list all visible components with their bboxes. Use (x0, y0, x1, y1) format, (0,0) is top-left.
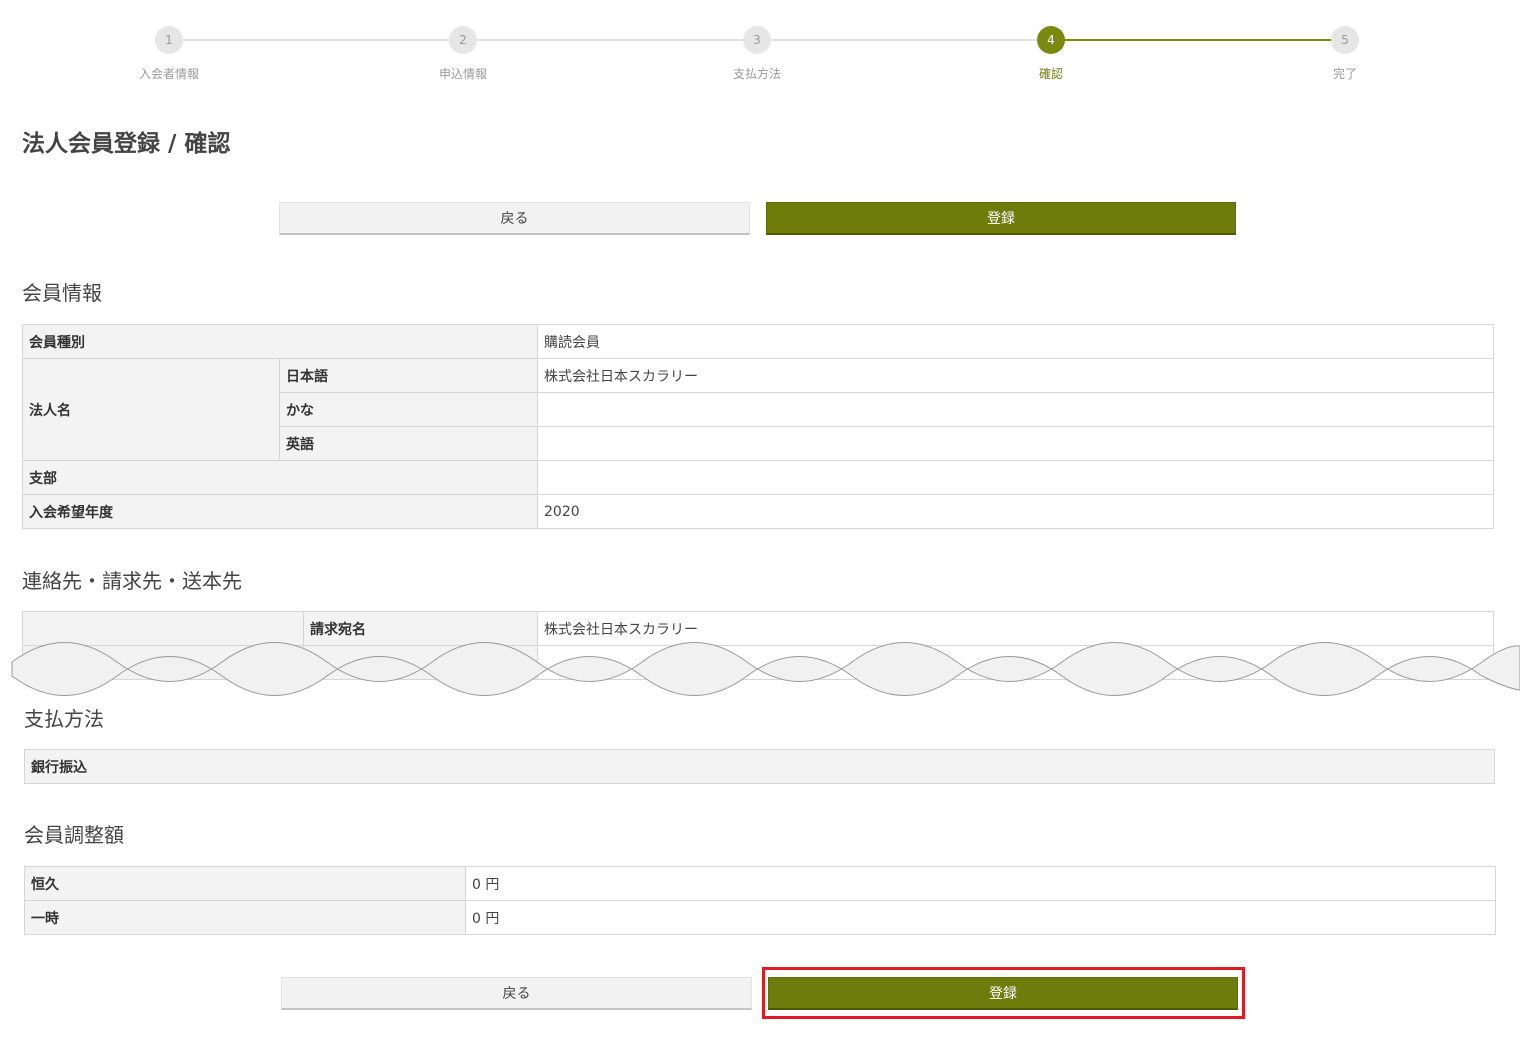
register-button-top[interactable]: 登録 (766, 202, 1236, 235)
table-row: 恒久 0 円 (24, 866, 1496, 901)
corp-name-ja-label: 日本語 (279, 358, 538, 393)
step-4: 4 確認 (991, 26, 1111, 82)
step-1-number: 1 (155, 26, 183, 54)
permanent-value: 0 円 (465, 866, 1496, 901)
step-2-number: 2 (449, 26, 477, 54)
table-row: 支部 (22, 460, 1494, 495)
adjustment-table: 恒久 0 円 一時 0 円 (24, 866, 1496, 935)
corp-name-label: 法人名 (22, 358, 280, 461)
step-4-number: 4 (1037, 26, 1065, 54)
permanent-label: 恒久 (24, 866, 466, 901)
corp-name-ja-value: 株式会社日本スカラリー (537, 358, 1494, 393)
table-row: 一時 0 円 (24, 900, 1496, 935)
section-title-contact: 連絡先・請求先・送本先 (22, 569, 242, 593)
back-button-top[interactable]: 戻る (279, 202, 750, 235)
step-3: 3 支払方法 (697, 26, 817, 82)
table-row: 会員種別 購読会員 (22, 324, 1494, 359)
corp-name-en-value (537, 426, 1494, 461)
page-break-wave (11, 642, 1520, 696)
branch-value (537, 460, 1494, 495)
table-row: 法人名 日本語 株式会社日本スカラリー (22, 358, 1494, 461)
step-5: 5 完了 (1285, 26, 1405, 82)
payment-table: 銀行振込 (24, 749, 1495, 784)
corp-name-en-label: 英語 (279, 426, 538, 461)
page-title: 法人会員登録 / 確認 (22, 131, 231, 157)
stepper-line-completed (169, 39, 1051, 41)
member-info-table: 会員種別 購読会員 法人名 日本語 株式会社日本スカラリー かな 英語 支部 入… (22, 324, 1494, 529)
table-row: 入会希望年度 2020 (22, 494, 1494, 529)
back-button-bottom[interactable]: 戻る (281, 977, 752, 1010)
section-title-member-info: 会員情報 (22, 281, 102, 305)
step-5-label: 完了 (1332, 67, 1357, 81)
member-type-value: 購読会員 (537, 324, 1494, 359)
step-5-number: 5 (1331, 26, 1359, 54)
step-3-label: 支払方法 (732, 67, 781, 81)
step-4-label: 確認 (1038, 67, 1063, 81)
step-2-label: 申込情報 (438, 67, 487, 81)
step-3-number: 3 (743, 26, 771, 54)
join-year-value: 2020 (537, 494, 1494, 529)
step-1: 1 入会者情報 (109, 26, 229, 82)
member-type-label: 会員種別 (22, 324, 538, 359)
temporary-label: 一時 (24, 900, 466, 935)
step-1-label: 入会者情報 (138, 67, 199, 81)
section-title-adjustment: 会員調整額 (24, 823, 124, 847)
payment-method-value: 銀行振込 (24, 749, 1495, 784)
temporary-value: 0 円 (465, 900, 1496, 935)
corp-name-kana-value (537, 392, 1494, 427)
step-2: 2 申込情報 (403, 26, 523, 82)
table-row: 銀行振込 (24, 749, 1495, 784)
join-year-label: 入会希望年度 (22, 494, 538, 529)
branch-label: 支部 (22, 460, 538, 495)
progress-stepper: 1 入会者情報 2 申込情報 3 支払方法 4 確認 5 完了 (0, 0, 1520, 90)
corp-name-kana-label: かな (279, 392, 538, 427)
register-button-highlight (762, 967, 1245, 1019)
section-title-payment: 支払方法 (24, 707, 104, 731)
